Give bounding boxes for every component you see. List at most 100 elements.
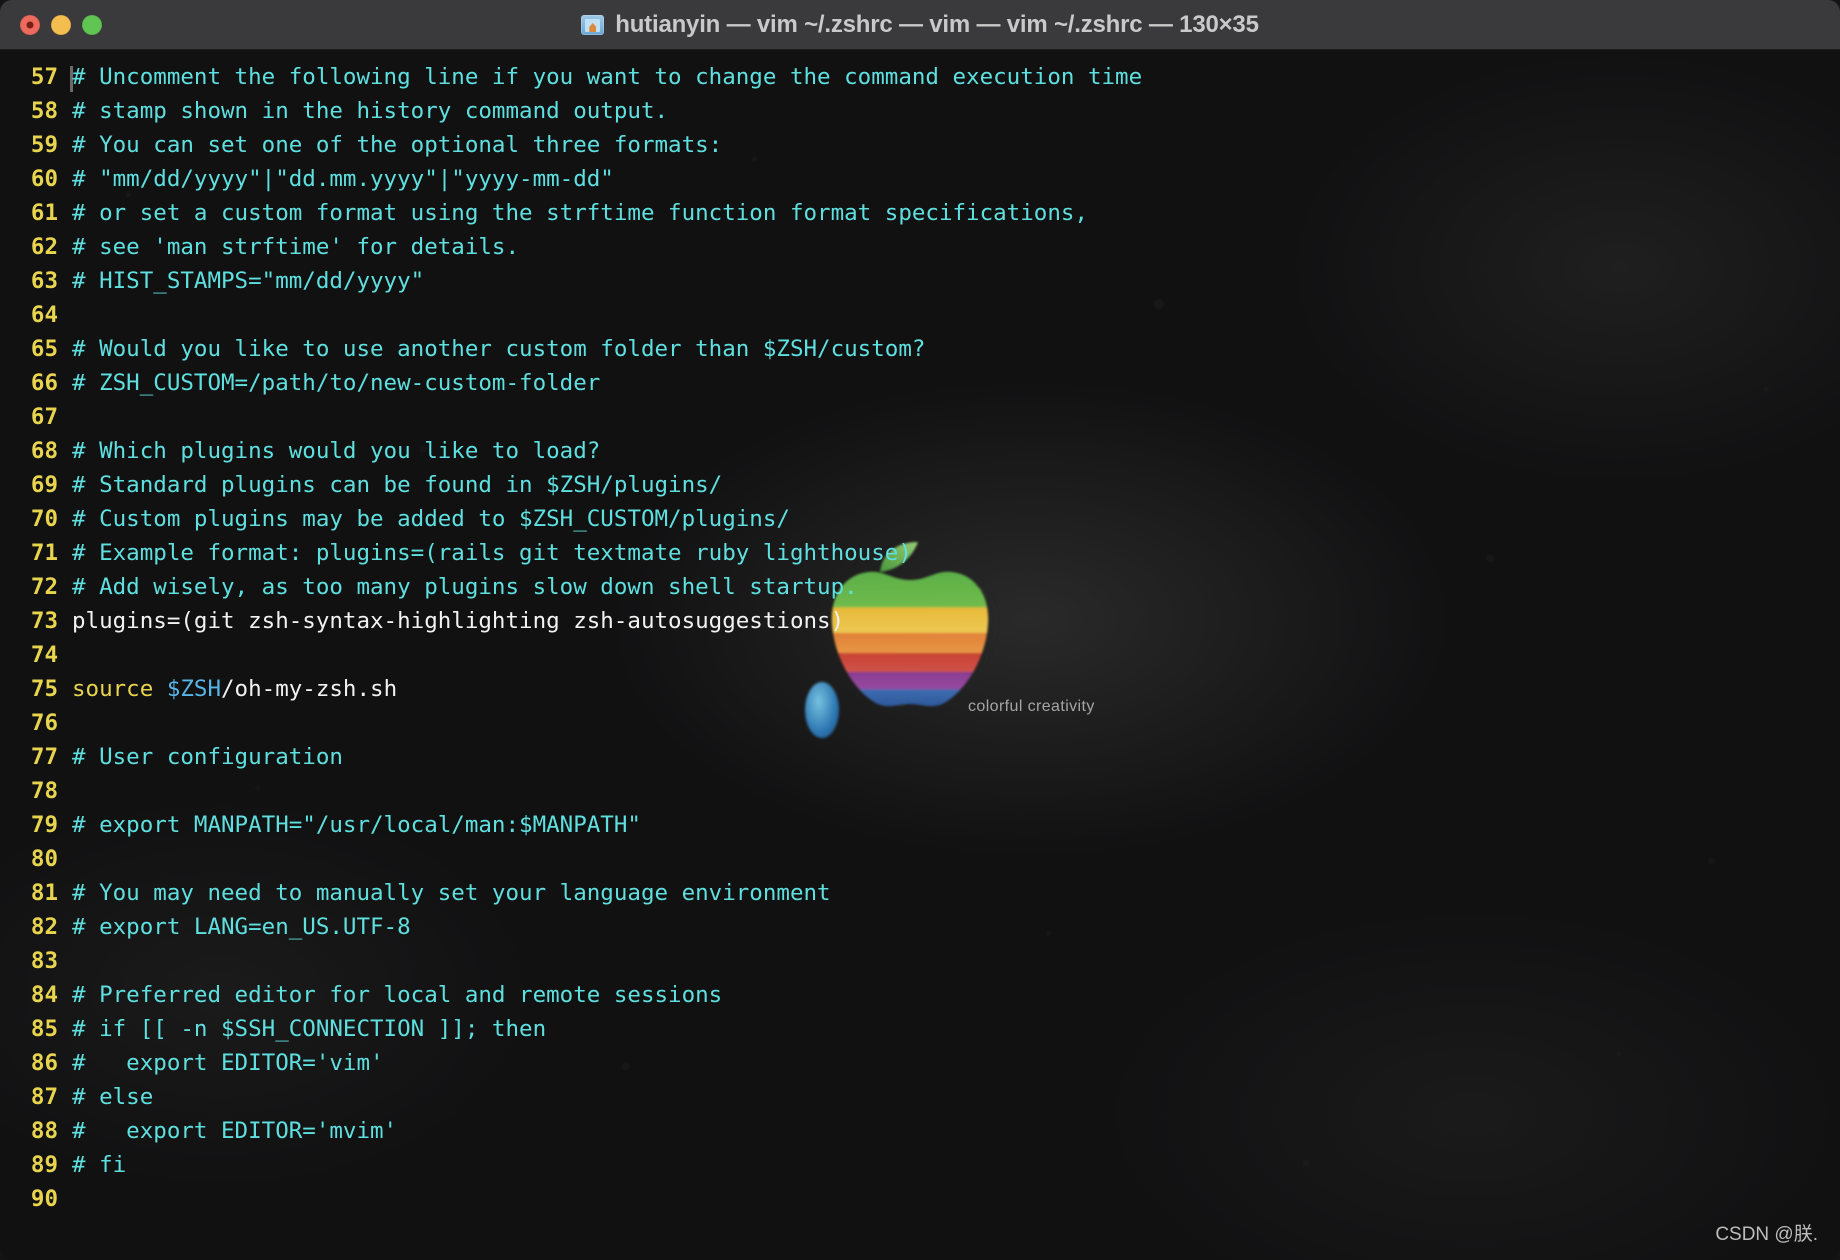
line-number: 68 bbox=[30, 438, 58, 464]
line-number: 71 bbox=[30, 540, 58, 566]
code-line[interactable]: 73 plugins=(git zsh-syntax-highlighting z… bbox=[0, 604, 1840, 638]
line-number: 75 bbox=[30, 676, 58, 702]
code-line[interactable]: 61 # or set a custom format using the str… bbox=[0, 196, 1840, 230]
code-token: # HIST_STAMPS="mm/dd/yyyy" bbox=[72, 268, 425, 294]
code-line[interactable]: 57 # Uncomment the following line if you … bbox=[0, 60, 1840, 94]
code-line[interactable]: 90 bbox=[0, 1182, 1840, 1216]
terminal-window: hutianyin — vim ~/.zshrc — vim — vim ~/.… bbox=[0, 0, 1840, 1260]
code-token: # You may need to manually set your lang… bbox=[72, 880, 831, 906]
line-number: 89 bbox=[30, 1152, 58, 1178]
code-token: /oh-my-zsh.sh bbox=[221, 676, 398, 702]
code-line[interactable]: 70 # Custom plugins may be added to $ZSH_… bbox=[0, 502, 1840, 536]
code-token: # export LANG=en_US.UTF-8 bbox=[72, 914, 411, 940]
line-number: 64 bbox=[30, 302, 58, 328]
code-line[interactable]: 72 # Add wisely, as too many plugins slow… bbox=[0, 570, 1840, 604]
code-line[interactable]: 69 # Standard plugins can be found in $ZS… bbox=[0, 468, 1840, 502]
code-line-text: # Which plugins would you like to load? bbox=[72, 438, 600, 464]
line-number: 87 bbox=[30, 1084, 58, 1110]
code-token: # see 'man strftime' for details. bbox=[72, 234, 520, 260]
code-line[interactable]: 77 # User configuration bbox=[0, 740, 1840, 774]
code-line[interactable]: 79 # export MANPATH="/usr/local/man:$MANP… bbox=[0, 808, 1840, 842]
code-token: # Uncomment the following line if you wa… bbox=[72, 64, 1143, 90]
code-line[interactable]: 71 # Example format: plugins=(rails git t… bbox=[0, 536, 1840, 570]
close-window-button[interactable] bbox=[20, 15, 40, 35]
window-titlebar[interactable]: hutianyin — vim ~/.zshrc — vim — vim ~/.… bbox=[0, 0, 1840, 50]
line-number: 79 bbox=[30, 812, 58, 838]
line-number: 60 bbox=[30, 166, 58, 192]
code-line[interactable]: 86 # export EDITOR='vim' bbox=[0, 1046, 1840, 1080]
line-number: 63 bbox=[30, 268, 58, 294]
window-controls bbox=[20, 15, 102, 35]
code-token: # "mm/dd/yyyy"|"dd.mm.yyyy"|"yyyy-mm-dd" bbox=[72, 166, 614, 192]
code-token: # else bbox=[72, 1084, 154, 1110]
code-line[interactable]: 64 bbox=[0, 298, 1840, 332]
code-line-text: # "mm/dd/yyyy"|"dd.mm.yyyy"|"yyyy-mm-dd" bbox=[72, 166, 614, 192]
line-number: 62 bbox=[30, 234, 58, 260]
code-line[interactable]: 76 bbox=[0, 706, 1840, 740]
code-line-text: # HIST_STAMPS="mm/dd/yyyy" bbox=[72, 268, 424, 294]
code-line-text: # Example format: plugins=(rails git tex… bbox=[72, 540, 912, 566]
line-number: 77 bbox=[30, 744, 58, 770]
code-editor-buffer[interactable]: 57 # Uncomment the following line if you … bbox=[0, 60, 1840, 1216]
line-number: 73 bbox=[30, 608, 58, 634]
line-number: 57 bbox=[30, 64, 58, 90]
code-token: # Add wisely, as too many plugins slow d… bbox=[72, 574, 858, 600]
line-number: 65 bbox=[30, 336, 58, 362]
code-line[interactable]: 63 # HIST_STAMPS="mm/dd/yyyy" bbox=[0, 264, 1840, 298]
line-number: 69 bbox=[30, 472, 58, 498]
code-token: # ZSH_CUSTOM=/path/to/new-custom-folder bbox=[72, 370, 601, 396]
line-number: 70 bbox=[30, 506, 58, 532]
code-line[interactable]: 87 # else bbox=[0, 1080, 1840, 1114]
code-line-text: # if [[ -n $SSH_CONNECTION ]]; then bbox=[72, 1016, 546, 1042]
line-number: 61 bbox=[30, 200, 58, 226]
code-line-text: # else bbox=[72, 1084, 153, 1110]
code-line[interactable]: 84 # Preferred editor for local and remot… bbox=[0, 978, 1840, 1012]
code-line[interactable]: 81 # You may need to manually set your la… bbox=[0, 876, 1840, 910]
line-number: 59 bbox=[30, 132, 58, 158]
code-line[interactable]: 59 # You can set one of the optional thre… bbox=[0, 128, 1840, 162]
code-line[interactable]: 65 # Would you like to use another custom… bbox=[0, 332, 1840, 366]
line-number: 80 bbox=[30, 846, 58, 872]
code-line[interactable]: 74 bbox=[0, 638, 1840, 672]
maximize-window-button[interactable] bbox=[82, 15, 102, 35]
line-number: 76 bbox=[30, 710, 58, 736]
code-line[interactable]: 62 # see 'man strftime' for details. bbox=[0, 230, 1840, 264]
code-line-text: # Uncomment the following line if you wa… bbox=[72, 64, 1142, 90]
window-title: hutianyin — vim ~/.zshrc — vim — vim ~/.… bbox=[615, 11, 1259, 38]
terminal-body[interactable]: colorful creativity 57 # Uncomment the fo… bbox=[0, 50, 1840, 1260]
code-line-text: # fi bbox=[72, 1152, 126, 1178]
code-line[interactable]: 58 # stamp shown in the history command o… bbox=[0, 94, 1840, 128]
code-line[interactable]: 82 # export LANG=en_US.UTF-8 bbox=[0, 910, 1840, 944]
code-line[interactable]: 88 # export EDITOR='mvim' bbox=[0, 1114, 1840, 1148]
code-line-text: # You may need to manually set your lang… bbox=[72, 880, 831, 906]
code-token: # Which plugins would you like to load? bbox=[72, 438, 601, 464]
code-line[interactable]: 80 bbox=[0, 842, 1840, 876]
line-number: 67 bbox=[30, 404, 58, 430]
code-line[interactable]: 60 # "mm/dd/yyyy"|"dd.mm.yyyy"|"yyyy-mm-d… bbox=[0, 162, 1840, 196]
line-number: 82 bbox=[30, 914, 58, 940]
code-line-text: plugins=(git zsh-syntax-highlighting zsh… bbox=[72, 608, 844, 634]
code-token: # Standard plugins can be found in $ZSH/… bbox=[72, 472, 723, 498]
code-token: # or set a custom format using the strft… bbox=[72, 200, 1088, 226]
line-number: 88 bbox=[30, 1118, 58, 1144]
line-number: 66 bbox=[30, 370, 58, 396]
line-number: 86 bbox=[30, 1050, 58, 1076]
code-line-text: # export MANPATH="/usr/local/man:$MANPAT… bbox=[72, 812, 641, 838]
line-number: 81 bbox=[30, 880, 58, 906]
line-number: 84 bbox=[30, 982, 58, 1008]
code-line[interactable]: 67 bbox=[0, 400, 1840, 434]
minimize-window-button[interactable] bbox=[51, 15, 71, 35]
watermark: CSDN @朕. bbox=[1715, 1224, 1818, 1245]
code-token: # export MANPATH="/usr/local/man:$MANPAT… bbox=[72, 812, 641, 838]
code-line[interactable]: 83 bbox=[0, 944, 1840, 978]
code-line[interactable]: 78 bbox=[0, 774, 1840, 808]
code-line[interactable]: 85 # if [[ -n $SSH_CONNECTION ]]; then bbox=[0, 1012, 1840, 1046]
code-line[interactable]: 66 # ZSH_CUSTOM=/path/to/new-custom-folde… bbox=[0, 366, 1840, 400]
code-token: source bbox=[72, 676, 167, 702]
code-line-text: # Add wisely, as too many plugins slow d… bbox=[72, 574, 858, 600]
code-line[interactable]: 89 # fi bbox=[0, 1148, 1840, 1182]
code-line[interactable]: 68 # Which plugins would you like to load… bbox=[0, 434, 1840, 468]
code-line[interactable]: 75 source $ZSH/oh-my-zsh.sh bbox=[0, 672, 1840, 706]
text-cursor bbox=[70, 66, 73, 92]
code-line-text: # Preferred editor for local and remote … bbox=[72, 982, 722, 1008]
